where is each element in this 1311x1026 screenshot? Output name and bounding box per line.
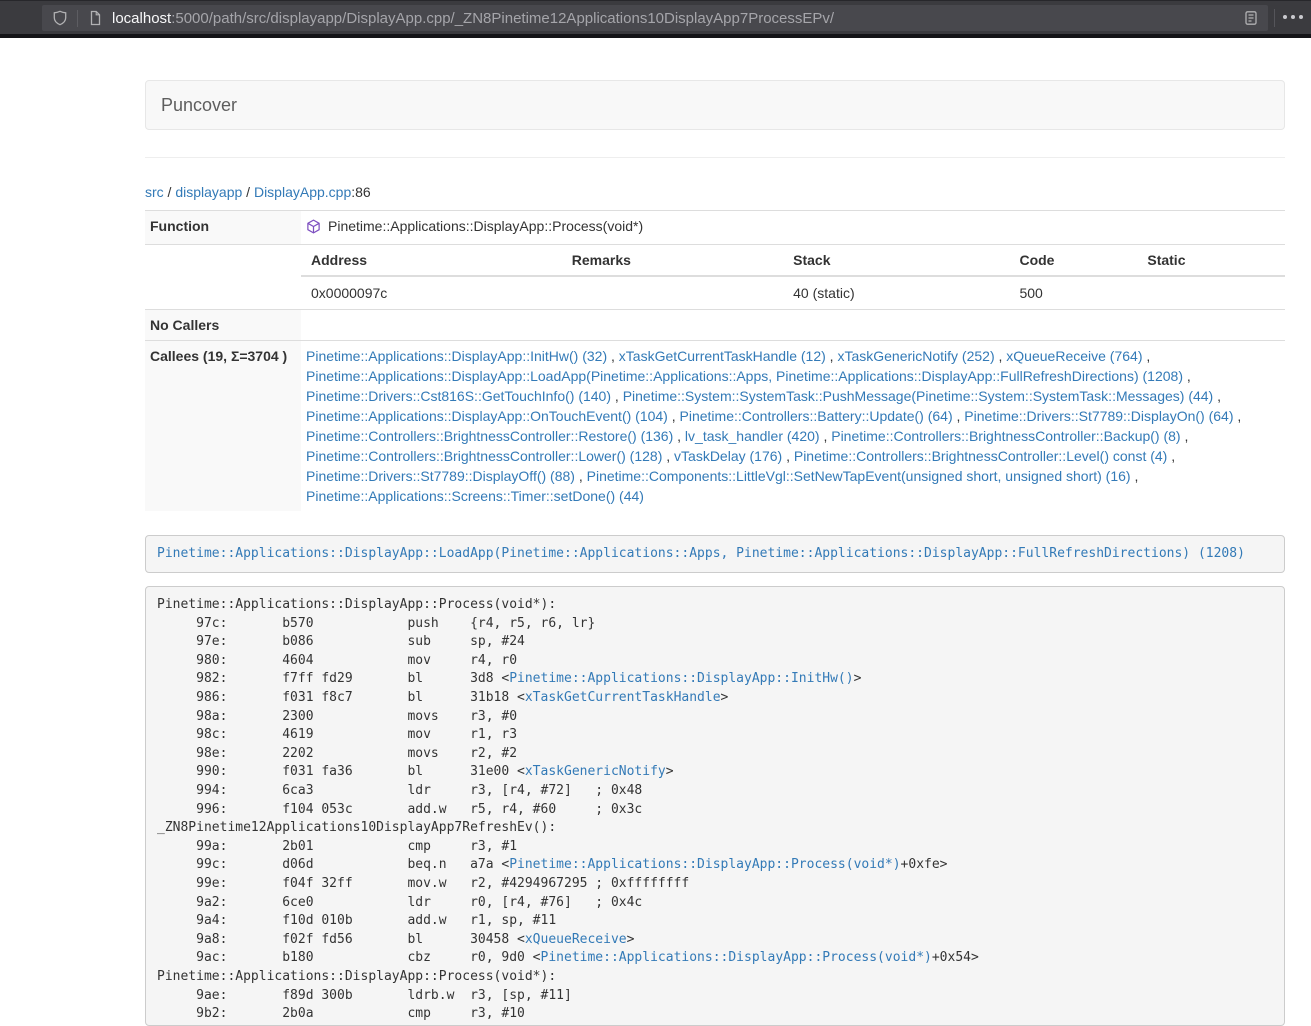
breadcrumb-separator: / [164,184,176,200]
disassembly: Pinetime::Applications::DisplayApp::Proc… [145,586,1285,1026]
callee-link[interactable]: Pinetime::Controllers::BrightnessControl… [306,448,662,464]
callees-list: Pinetime::Applications::DisplayApp::Init… [301,340,1285,511]
callee-link[interactable]: lv_task_handler (420) [685,428,820,444]
callee-link[interactable]: Pinetime::Controllers::Battery::Update()… [680,408,953,424]
breadcrumb-link[interactable]: src [145,184,164,200]
breadcrumb: src / displayapp / DisplayApp.cpp:86 [145,182,1285,202]
remarks-value [562,276,783,309]
brand-link[interactable]: Puncover [161,95,237,115]
col-code: Code [1009,245,1137,276]
divider [145,157,1285,158]
url-bar[interactable]: localhost:5000/path/src/displayapp/Displ… [42,5,1268,31]
callee-link[interactable]: Pinetime::Applications::DisplayApp::Load… [306,368,1183,384]
url-path: :5000/path/src/displayapp/DisplayApp.cpp… [171,10,834,27]
callee-link[interactable]: xTaskGenericNotify (252) [837,348,994,364]
urlbar-separator [77,10,78,27]
breadcrumb-link[interactable]: displayapp [175,184,242,200]
col-address: Address [301,245,562,276]
function-name: Pinetime::Applications::DisplayApp::Proc… [328,216,643,236]
asm-symbol-link[interactable]: xTaskGetCurrentTaskHandle [525,690,721,705]
asm-symbol-link[interactable]: Pinetime::Applications::DisplayApp::Init… [509,671,853,686]
callee-link[interactable]: Pinetime::Controllers::BrightnessControl… [831,428,1180,444]
brand-header: Puncover [145,80,1285,130]
address-value: 0x0000097c [301,276,562,309]
url-host: localhost [112,10,171,27]
callee-link[interactable]: Pinetime::Drivers::Cst816S::GetTouchInfo… [306,388,611,404]
function-table: Function Pinetime::Applications::Display… [145,210,1285,511]
no-callers-label: No Callers [145,309,301,340]
toolbar-separator [1274,9,1275,27]
asm-symbol-link[interactable]: xQueueReceive [525,932,627,947]
callee-link[interactable]: Pinetime::Components::LittleVgl::SetNewT… [587,468,1131,484]
callee-link[interactable]: Pinetime::Controllers::BrightnessControl… [306,428,673,444]
page-content: Puncover src / displayapp / DisplayApp.c… [145,80,1285,1026]
table-row-callees: Callees (19, Σ=3704 ) Pinetime::Applicat… [145,340,1285,511]
snippet-box: Pinetime::Applications::DisplayApp::Load… [145,535,1285,574]
callee-link[interactable]: Pinetime::Drivers::St7789::DisplayOff() … [306,468,575,484]
static-value [1137,276,1285,309]
callee-link[interactable]: Pinetime::Drivers::St7789::DisplayOn() (… [964,408,1233,424]
breadcrumb-line-number: :86 [351,184,370,200]
package-icon [306,219,321,234]
page-icon[interactable] [87,10,103,26]
stack-value: 40 (static) [783,276,1009,309]
overflow-menu-icon[interactable] [1283,15,1303,19]
callee-link[interactable]: Pinetime::Applications::DisplayApp::OnTo… [306,408,668,424]
snippet-link[interactable]: Pinetime::Applications::DisplayApp::Load… [157,546,1245,561]
table-row-function: Function Pinetime::Applications::Display… [145,211,1285,245]
reader-mode-icon[interactable] [1243,10,1259,26]
asm-symbol-link[interactable]: xTaskGenericNotify [525,764,666,779]
address-table: Address Remarks Stack Code Static 0x0000… [301,245,1285,309]
callee-link[interactable]: Pinetime::Applications::DisplayApp::Init… [306,348,607,364]
callee-link[interactable]: Pinetime::Controllers::BrightnessControl… [794,448,1167,464]
callees-label: Callees (19, Σ=3704 ) [145,340,301,511]
callee-link[interactable]: Pinetime::Applications::Screens::Timer::… [306,488,644,504]
breadcrumb-link[interactable]: DisplayApp.cpp [254,184,351,200]
col-stack: Stack [783,245,1009,276]
table-row-no-callers: No Callers [145,309,1285,340]
callee-link[interactable]: xTaskGetCurrentTaskHandle (12) [619,348,826,364]
callee-link[interactable]: xQueueReceive (764) [1006,348,1142,364]
toolbar-bottom-edge [0,34,1311,38]
address-table-row: 0x0000097c 40 (static) 500 [301,276,1285,309]
shield-icon[interactable] [52,10,68,26]
callee-link[interactable]: vTaskDelay (176) [674,448,782,464]
function-label: Function [145,211,301,245]
address-table-header: Address Remarks Stack Code Static [301,245,1285,276]
col-remarks: Remarks [562,245,783,276]
callee-link[interactable]: Pinetime::System::SystemTask::PushMessag… [623,388,1214,404]
url-text[interactable]: localhost:5000/path/src/displayapp/Displ… [112,10,1243,27]
browser-toolbar: localhost:5000/path/src/displayapp/Displ… [0,0,1311,34]
table-row-details: Address Remarks Stack Code Static 0x0000… [145,244,1285,309]
breadcrumb-separator: / [242,184,254,200]
col-static: Static [1137,245,1285,276]
code-value: 500 [1009,276,1137,309]
asm-symbol-link[interactable]: Pinetime::Applications::DisplayApp::Proc… [541,950,932,965]
asm-symbol-link[interactable]: Pinetime::Applications::DisplayApp::Proc… [509,857,900,872]
